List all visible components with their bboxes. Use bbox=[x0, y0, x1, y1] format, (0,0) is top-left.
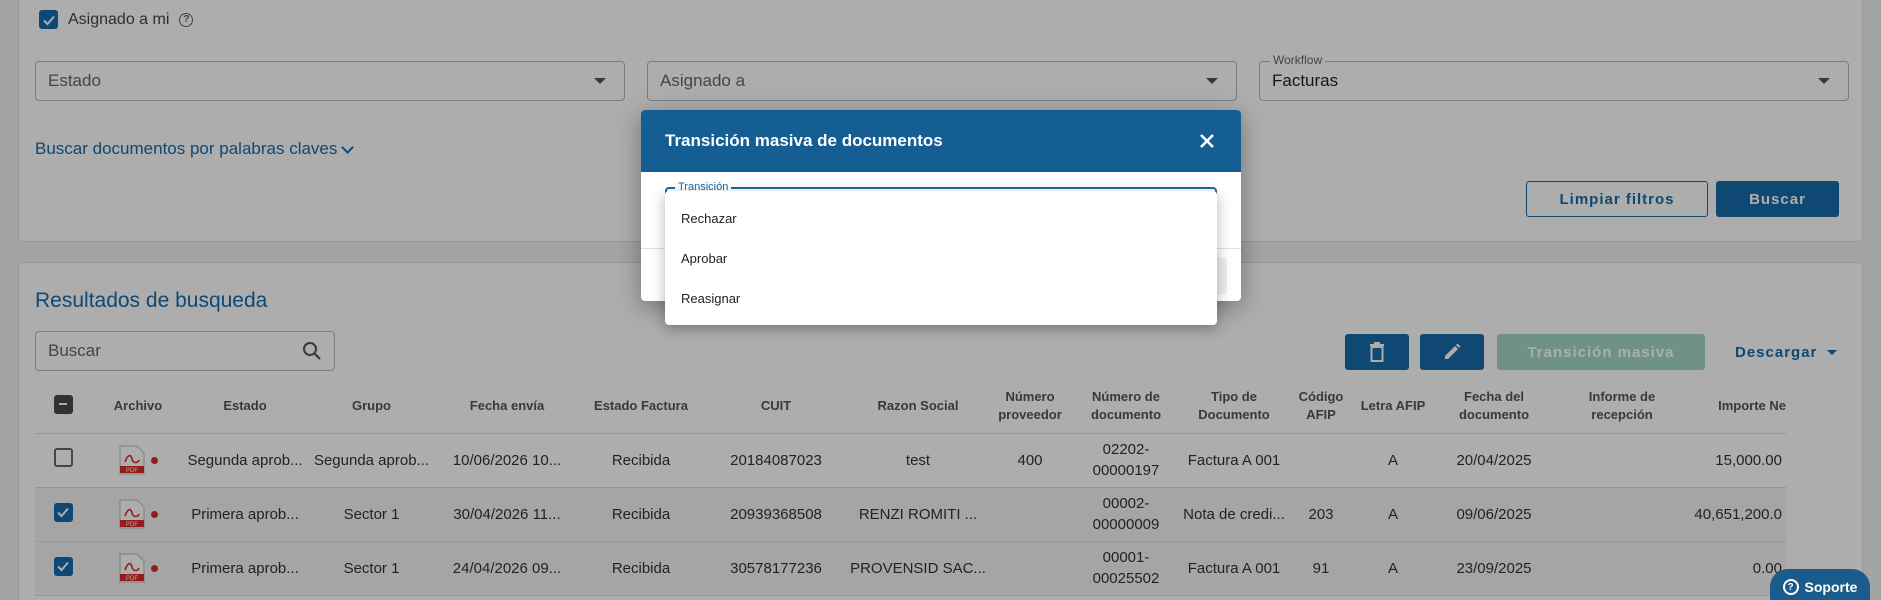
dialog-header: Transición masiva de documentos bbox=[641, 110, 1241, 172]
option-rechazar[interactable]: Rechazar bbox=[665, 198, 1217, 238]
close-icon[interactable] bbox=[1197, 131, 1217, 151]
option-reasignar[interactable]: Reasignar bbox=[665, 278, 1217, 318]
support-button[interactable]: ? Soporte bbox=[1770, 569, 1870, 600]
dialog-title: Transición masiva de documentos bbox=[665, 131, 943, 150]
option-aprobar[interactable]: Aprobar bbox=[665, 238, 1217, 278]
transition-options-menu: Rechazar Aprobar Reasignar bbox=[665, 191, 1217, 325]
support-label: Soporte bbox=[1804, 579, 1858, 595]
question-icon: ? bbox=[1782, 579, 1799, 595]
